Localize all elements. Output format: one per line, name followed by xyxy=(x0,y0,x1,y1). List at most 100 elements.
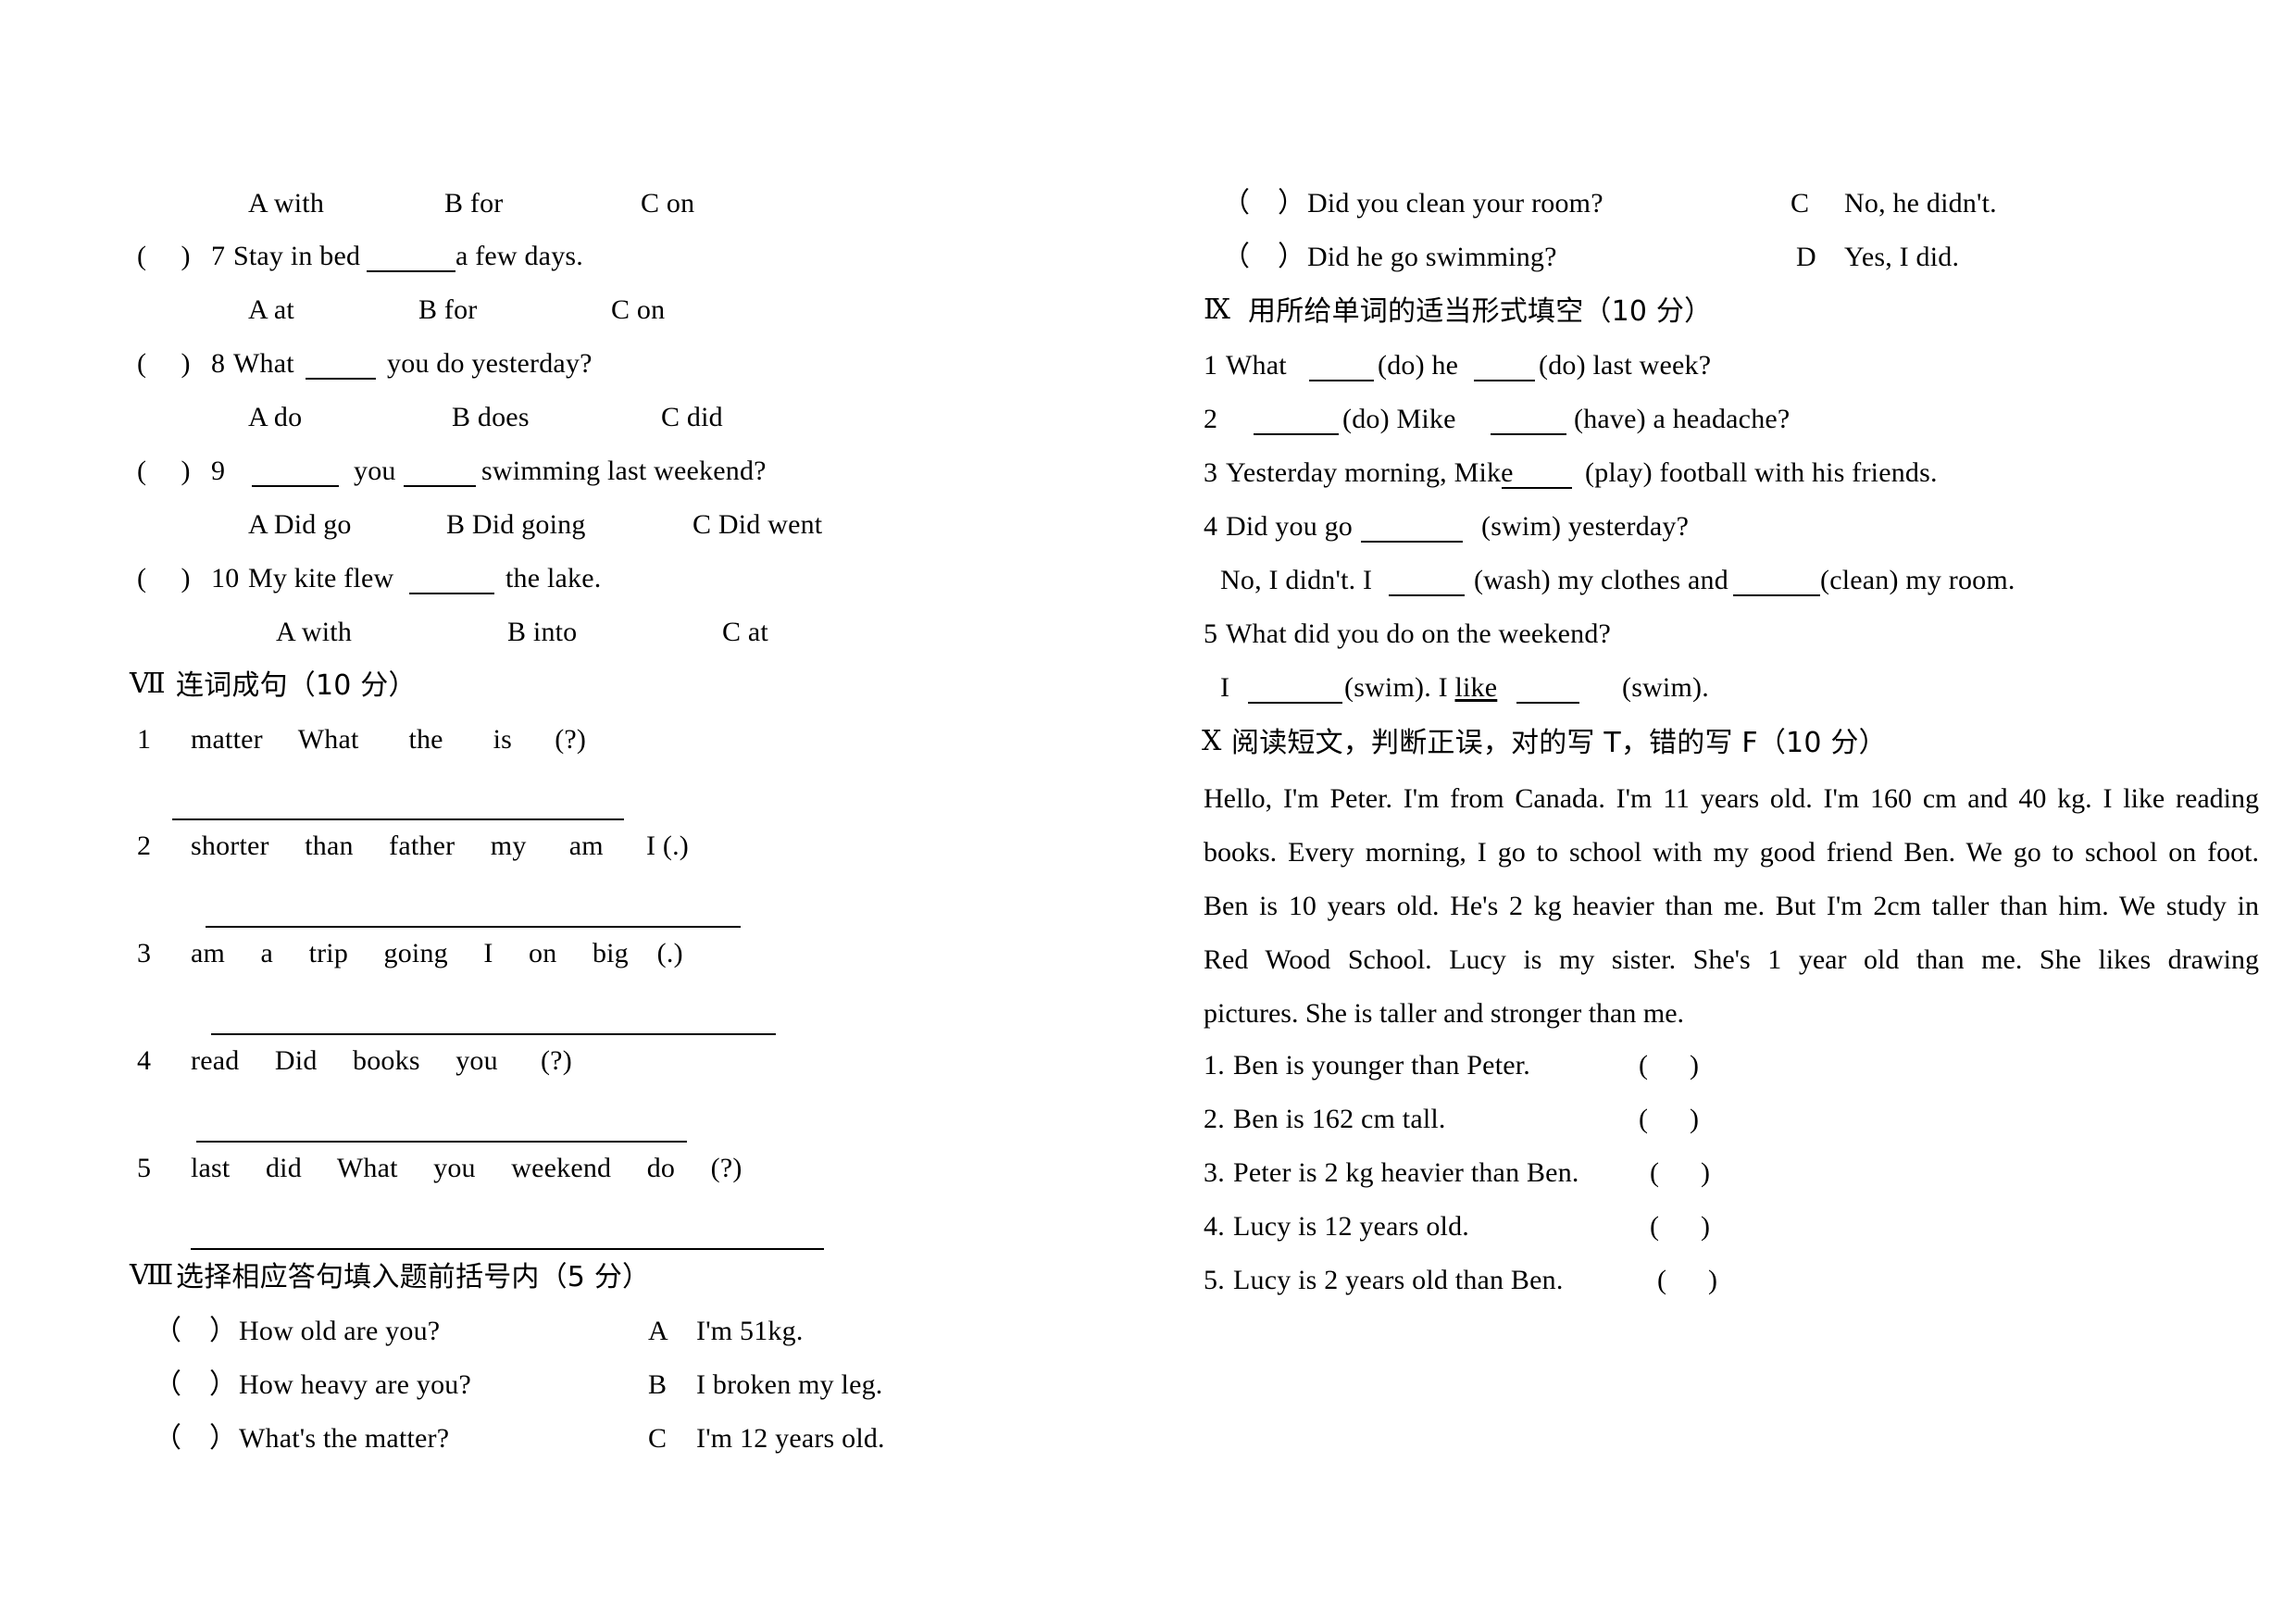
ix-blank-4b[interactable] xyxy=(1389,567,1465,596)
ix-item-5-number: 5 xyxy=(1204,618,1218,649)
viii-question-5: Did he go swimming? xyxy=(1307,242,1557,272)
section-vii-title: 连词成句（10 分） xyxy=(176,669,417,702)
choice-bracket-q7[interactable]: ( ) xyxy=(137,243,190,270)
ix-item-2-part-3: (have) a headache? xyxy=(1574,404,1791,434)
tf-bracket-3[interactable]: ( ) xyxy=(1650,1159,1710,1187)
viii-question-1: How old are you? xyxy=(239,1316,441,1346)
vii-item-3-number: 3 xyxy=(137,938,152,968)
option-a-q8: A do xyxy=(248,402,303,432)
passage-line-1: Hello, I'm Peter. I'm from Canada. I'm 1… xyxy=(1204,783,2259,814)
option-b-q7: B for xyxy=(418,294,478,325)
choice-bracket-q9[interactable]: ( ) xyxy=(137,457,190,485)
viii-answer-c-letter: C xyxy=(648,1423,668,1454)
option-c-q8: C did xyxy=(661,402,723,432)
answer-blank-q9-1[interactable] xyxy=(252,457,339,487)
tf-statement-2-number: 2. xyxy=(1204,1104,1225,1134)
ix-blank-5a[interactable] xyxy=(1248,674,1342,704)
option-b-q10: B into xyxy=(507,617,578,647)
question-7-stem-after: a few days. xyxy=(455,241,583,271)
section-x-title: 阅读短文，判断正误，对的写 T，错的写 F（10 分） xyxy=(1231,727,1887,759)
viii-question-4: Did you clean your room? xyxy=(1307,188,1603,219)
vii-item-4-words: read Did books you (?) xyxy=(191,1045,572,1076)
passage-line-5: pictures. She is taller and stronger tha… xyxy=(1204,998,1685,1029)
viii-bracket-3[interactable]: （ ） xyxy=(154,1425,237,1453)
vii-answer-line-2[interactable] xyxy=(206,926,741,928)
option-c-q9: C Did went xyxy=(693,509,823,540)
viii-question-3: What's the matter? xyxy=(239,1423,450,1454)
ix-item-3-number: 3 xyxy=(1204,457,1218,488)
section-viii-numeral: Ⅷ xyxy=(130,1259,174,1292)
tf-bracket-2[interactable]: ( ) xyxy=(1639,1106,1699,1133)
answer-blank-q7[interactable] xyxy=(367,243,455,272)
vii-item-2-number: 2 xyxy=(137,831,152,861)
ix-item-4-part-1: Did you go xyxy=(1226,511,1353,542)
question-10-stem-before: My kite flew xyxy=(248,563,394,593)
option-b-q6: B for xyxy=(444,188,504,219)
option-a-q9: A Did go xyxy=(248,509,352,540)
answer-blank-q10[interactable] xyxy=(409,565,494,594)
viii-bracket-4[interactable]: （ ） xyxy=(1222,190,1305,218)
choice-bracket-q10[interactable]: ( ) xyxy=(137,565,190,593)
ix-blank-1a[interactable] xyxy=(1309,352,1374,381)
vii-answer-line-4[interactable] xyxy=(196,1141,687,1143)
section-ix-title: 用所给单词的适当形式填空（10 分） xyxy=(1248,295,1713,328)
ix-blank-1b[interactable] xyxy=(1474,352,1535,381)
ix-item-4-number: 4 xyxy=(1204,511,1218,542)
viii-bracket-1[interactable]: （ ） xyxy=(154,1318,237,1345)
question-9-stem-after: swimming last weekend? xyxy=(481,456,767,486)
vii-item-3-words: am a trip going I on big (.) xyxy=(191,938,683,968)
ix-item-5b-part-1: I xyxy=(1220,672,1230,703)
option-c-q10: C at xyxy=(722,617,768,647)
vii-item-1-number: 1 xyxy=(137,724,152,755)
tf-statement-1-text: Ben is younger than Peter. xyxy=(1233,1050,1530,1081)
ix-item-1-part-2: (do) he xyxy=(1378,350,1459,381)
tf-statement-1-number: 1. xyxy=(1204,1050,1225,1081)
tf-statement-4-number: 4. xyxy=(1204,1211,1225,1242)
ix-item-1-part-3: (do) last week? xyxy=(1539,350,1712,381)
choice-bracket-q8[interactable]: ( ) xyxy=(137,350,190,378)
ix-item-2-number: 2 xyxy=(1204,404,1218,434)
viii-question-2: How heavy are you? xyxy=(239,1369,471,1400)
question-8-stem-before: What xyxy=(233,348,294,379)
ix-item-5-part-1: What did you do on the weekend? xyxy=(1226,618,1612,649)
tf-bracket-5[interactable]: ( ) xyxy=(1657,1267,1717,1294)
ix-blank-4a[interactable] xyxy=(1361,513,1463,543)
question-8-number: 8 xyxy=(211,348,226,379)
ix-blank-3a[interactable] xyxy=(1502,459,1572,489)
vii-item-4-number: 4 xyxy=(137,1045,152,1076)
section-x-numeral: Ⅹ xyxy=(1202,725,1222,757)
worksheet-page: A with B for C on ( ) 7 Stay in bed a fe… xyxy=(0,0,2296,1624)
ix-item-4b-part-3: (clean) my room. xyxy=(1820,565,2015,595)
vii-answer-line-1[interactable] xyxy=(172,818,624,820)
ix-item-1-number: 1 xyxy=(1204,350,1218,381)
question-9-number: 9 xyxy=(211,456,226,486)
question-8-stem-after: you do yesterday? xyxy=(387,348,593,379)
vii-answer-line-5[interactable] xyxy=(191,1248,824,1250)
viii-answer-b-letter: B xyxy=(648,1369,668,1400)
tf-bracket-4[interactable]: ( ) xyxy=(1650,1213,1710,1241)
viii-bracket-5[interactable]: （ ） xyxy=(1222,244,1305,271)
viii-answer-c2-letter: C xyxy=(1791,188,1810,219)
answer-blank-q9-2[interactable] xyxy=(404,457,476,487)
tf-statement-3-text: Peter is 2 kg heavier than Ben. xyxy=(1233,1157,1579,1188)
option-a-q6: A with xyxy=(248,188,325,219)
question-10-stem-after: the lake. xyxy=(505,563,602,593)
ix-blank-4c[interactable] xyxy=(1733,567,1820,596)
passage-line-3: Ben is 10 years old. He's 2 kg heavier t… xyxy=(1204,891,2259,921)
section-vii-numeral: Ⅶ xyxy=(130,668,166,700)
tf-bracket-1[interactable]: ( ) xyxy=(1639,1052,1699,1080)
option-a-q10: A with xyxy=(276,617,353,647)
viii-answer-a-text: I'm 51kg. xyxy=(696,1316,804,1346)
vii-answer-line-3[interactable] xyxy=(211,1033,776,1035)
viii-bracket-2[interactable]: （ ） xyxy=(154,1371,237,1399)
ix-blank-2a[interactable] xyxy=(1254,406,1339,435)
viii-answer-b-text: I broken my leg. xyxy=(696,1369,883,1400)
answer-blank-q8[interactable] xyxy=(306,350,376,380)
vii-item-1-words: matter What the is (?) xyxy=(191,724,587,755)
viii-answer-d-letter: D xyxy=(1796,242,1816,272)
question-9-stem-mid: you xyxy=(354,456,396,486)
viii-answer-c-text: I'm 12 years old. xyxy=(696,1423,885,1454)
option-c-q7: C on xyxy=(611,294,666,325)
ix-blank-5b[interactable] xyxy=(1516,674,1579,704)
ix-blank-2b[interactable] xyxy=(1491,406,1566,435)
